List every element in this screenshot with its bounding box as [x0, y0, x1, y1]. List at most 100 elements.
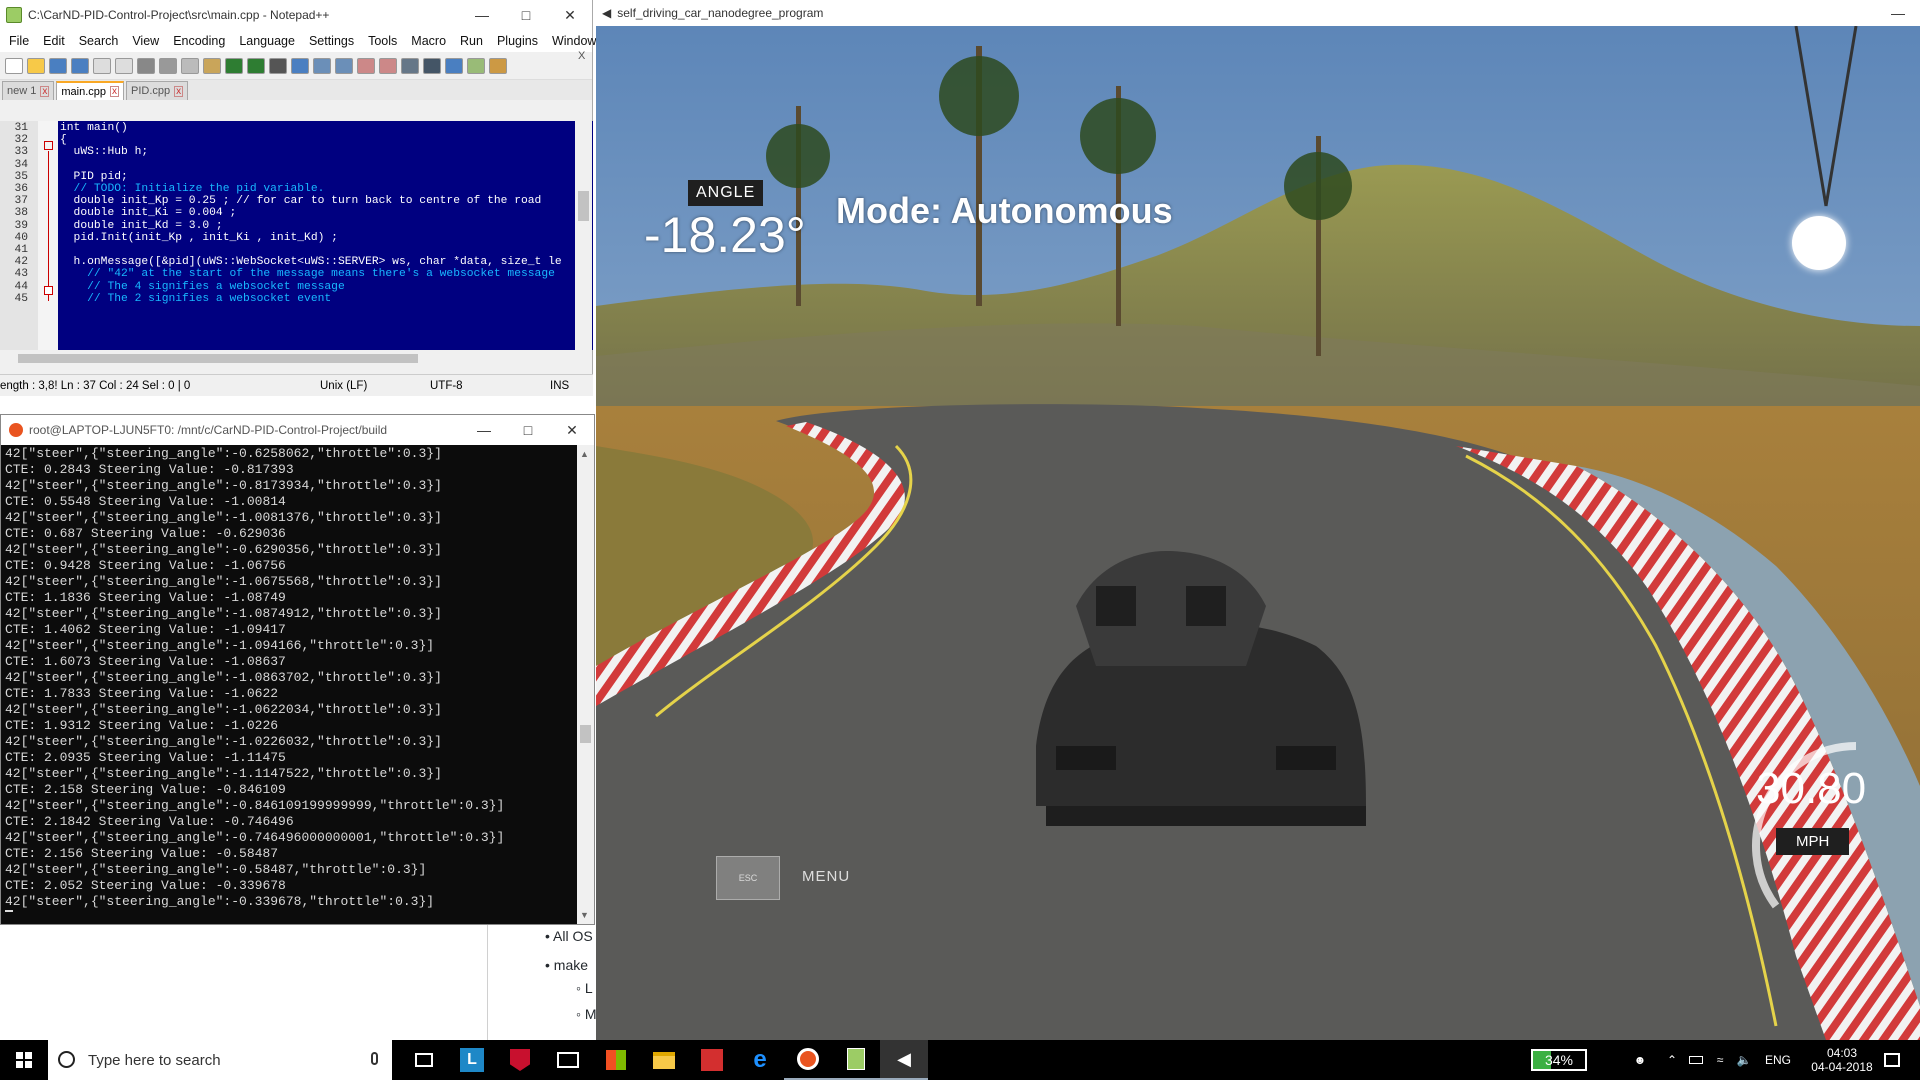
line-number: 41: [14, 244, 28, 256]
save-icon[interactable]: [49, 57, 67, 74]
taskbar-app-mcafee[interactable]: [496, 1040, 544, 1080]
taskbar-app-unity[interactable]: ◀: [880, 1040, 928, 1080]
taskbar-app-store[interactable]: [592, 1040, 640, 1080]
maximize-button[interactable]: □: [504, 0, 548, 30]
sync-vertical-icon[interactable]: [357, 57, 375, 74]
paste-icon[interactable]: [203, 57, 221, 74]
taskbar-app-mail[interactable]: [544, 1040, 592, 1080]
menubar-close-icon[interactable]: X: [578, 50, 585, 62]
redo-icon[interactable]: [247, 57, 265, 74]
taskbar-app-explorer[interactable]: [640, 1040, 688, 1080]
tab-close-icon[interactable]: x: [110, 86, 119, 97]
simulator-titlebar[interactable]: ◀ self_driving_car_nanodegree_program —: [596, 0, 1920, 26]
sync-horizontal-icon[interactable]: [379, 57, 397, 74]
close-button[interactable]: ✕: [548, 0, 592, 30]
new-file-icon[interactable]: [5, 57, 23, 74]
show-all-chars-icon[interactable]: [423, 57, 441, 74]
code-editor[interactable]: 31 int main() 32 {33 uWS::Hub h; 34 35 PID pi…: [0, 121, 593, 350]
action-center-button[interactable]: [1872, 1040, 1912, 1080]
editor-vertical-scrollbar[interactable]: [575, 121, 592, 350]
taskbar-app-red[interactable]: [688, 1040, 736, 1080]
code-line[interactable]: 45 // The 2 signifies a websocket event: [0, 293, 580, 308]
menu-item-file[interactable]: File: [2, 34, 36, 48]
taskbar-search-box[interactable]: Type here to search: [48, 1040, 392, 1080]
terminal-scrollbar[interactable]: ▲ ▼: [577, 445, 594, 924]
maximize-button[interactable]: □: [506, 415, 550, 445]
minimize-button[interactable]: —: [460, 0, 504, 30]
menu-item-encoding[interactable]: Encoding: [166, 34, 232, 48]
npp-statusbar: ength : 3,8! Ln : 37 Col : 24 Sel : 0 | …: [0, 374, 593, 396]
doc-map-icon[interactable]: [467, 57, 485, 74]
tab-close-icon[interactable]: x: [174, 85, 184, 97]
line-number: 36: [14, 183, 28, 195]
zoom-out-icon[interactable]: [335, 57, 353, 74]
taskbar-app-notepadpp[interactable]: [832, 1040, 880, 1080]
tab-close-icon[interactable]: x: [40, 85, 50, 97]
print-icon[interactable]: [137, 57, 155, 74]
esc-button[interactable]: ESC: [716, 856, 780, 900]
terminal-line: 42["steer",{"steering_angle":-0.339678,"…: [5, 894, 435, 909]
close-file-icon[interactable]: [93, 57, 111, 74]
sub-bullet-text-2: M: [584, 1006, 597, 1022]
minimize-button[interactable]: —: [462, 415, 506, 445]
editor-horizontal-scrollbar[interactable]: [0, 350, 576, 367]
copy-icon[interactable]: [181, 57, 199, 74]
show-hidden-icons-button[interactable]: ⌃: [1660, 1040, 1684, 1080]
zoom-in-icon[interactable]: [313, 57, 331, 74]
scroll-thumb[interactable]: [18, 354, 418, 363]
menu-item-edit[interactable]: Edit: [36, 34, 72, 48]
network-button[interactable]: ≈: [1708, 1040, 1732, 1080]
cut-icon[interactable]: [159, 57, 177, 74]
menu-item-search[interactable]: Search: [72, 34, 126, 48]
microphone-icon[interactable]: [371, 1052, 378, 1065]
scroll-thumb[interactable]: [580, 725, 591, 743]
language-button[interactable]: ENG: [1760, 1040, 1796, 1080]
volume-button[interactable]: 🔈: [1732, 1040, 1756, 1080]
menu-item-run[interactable]: Run: [453, 34, 490, 48]
power-button[interactable]: [1684, 1040, 1708, 1080]
save-all-icon[interactable]: [71, 57, 89, 74]
menu-item-language[interactable]: Language: [232, 34, 302, 48]
terminal-titlebar[interactable]: root@LAPTOP-LJUN5FT0: /mnt/c/CarND-PID-C…: [1, 415, 594, 445]
taskbar-app-l[interactable]: L: [448, 1040, 496, 1080]
indent-guide-icon[interactable]: [445, 57, 463, 74]
scroll-down-icon[interactable]: ▼: [580, 910, 589, 920]
people-button[interactable]: ☻: [1622, 1040, 1658, 1080]
menu-item-tools[interactable]: Tools: [361, 34, 404, 48]
battery-indicator[interactable]: 34%: [1528, 1040, 1590, 1080]
replace-icon[interactable]: [291, 57, 309, 74]
minimize-button[interactable]: —: [1876, 0, 1920, 26]
tab-pid-cpp[interactable]: PID.cpp x: [126, 81, 189, 100]
tab-main-cpp[interactable]: main.cpp x: [56, 81, 124, 100]
unity-icon: ◀: [602, 6, 612, 20]
word-wrap-icon[interactable]: [401, 57, 419, 74]
find-icon[interactable]: [269, 57, 287, 74]
line-number: 39: [14, 219, 28, 232]
terminal-line: CTE: 2.052 Steering Value: -0.339678: [5, 878, 286, 893]
tab-label: main.cpp: [61, 85, 106, 98]
close-button[interactable]: ✕: [550, 415, 594, 445]
menu-item-plugins[interactable]: Plugins: [490, 34, 545, 48]
macro-record-icon[interactable]: [489, 57, 507, 74]
tab-new-1[interactable]: new 1x: [2, 81, 55, 100]
task-view-button[interactable]: [400, 1040, 448, 1080]
menu-item-macro[interactable]: Macro: [404, 34, 453, 48]
start-button[interactable]: [0, 1040, 48, 1080]
driving-scene[interactable]: ANGLE -18.23° Mode: Autonomous 30.80 MPH…: [596, 26, 1920, 1040]
menu-item-settings[interactable]: Settings: [302, 34, 361, 48]
line-number: 37: [14, 195, 28, 208]
open-file-icon[interactable]: [27, 57, 45, 74]
scroll-thumb[interactable]: [578, 191, 589, 221]
menu-item-view[interactable]: View: [125, 34, 166, 48]
taskbar-app-edge[interactable]: e: [736, 1040, 784, 1080]
terminal-output[interactable]: 42["steer",{"steering_angle":-0.6258062,…: [1, 445, 578, 924]
npp-titlebar[interactable]: C:\CarND-PID-Control-Project\src\main.cp…: [0, 0, 592, 30]
scroll-up-icon[interactable]: ▲: [580, 449, 589, 459]
menu-item-window[interactable]: Window: [545, 34, 603, 48]
menu-label[interactable]: MENU: [802, 868, 850, 885]
sun-icon: [1792, 216, 1846, 270]
clock-date: 04-04-2018: [1811, 1060, 1873, 1074]
taskbar-app-ubuntu[interactable]: [784, 1040, 832, 1080]
undo-icon[interactable]: [225, 57, 243, 74]
close-all-icon[interactable]: [115, 57, 133, 74]
